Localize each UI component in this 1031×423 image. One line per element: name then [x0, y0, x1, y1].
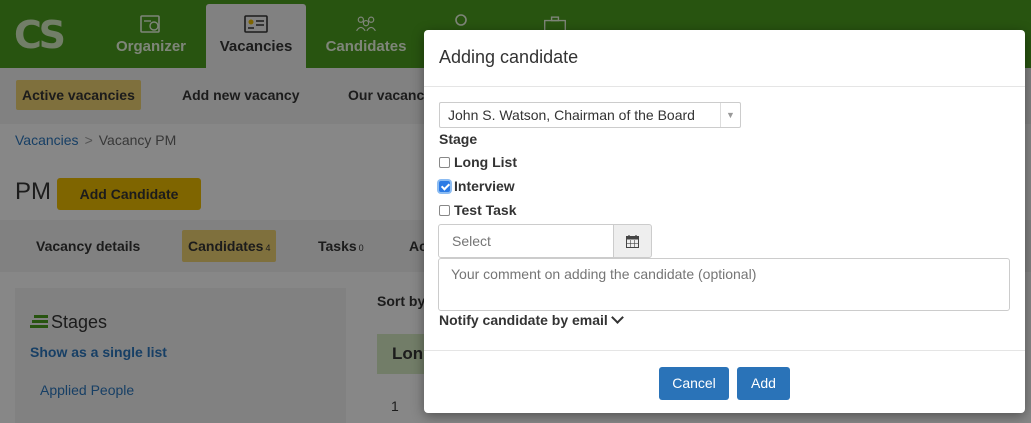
adding-candidate-dialog: Adding candidate John S. Watson, Chairma…: [424, 30, 1025, 413]
interview-checkbox[interactable]: [439, 181, 450, 192]
long-list-checkbox[interactable]: [439, 157, 450, 168]
candidate-select[interactable]: John S. Watson, Chairman of the Board ▼: [439, 102, 741, 128]
test-task-label: Test Task: [454, 202, 517, 218]
calendar-icon: [626, 235, 639, 248]
stage-option-long-list[interactable]: Long List: [439, 153, 517, 171]
stage-option-interview[interactable]: Interview: [439, 177, 515, 195]
stage-option-test-task[interactable]: Test Task: [439, 201, 517, 219]
notify-label: Notify candidate by email: [439, 312, 608, 328]
chevron-down-icon: [610, 311, 624, 324]
chevron-down-icon[interactable]: ▼: [720, 103, 740, 127]
dialog-header: Adding candidate: [424, 30, 1025, 87]
comment-field[interactable]: [438, 258, 1010, 311]
long-list-label: Long List: [454, 154, 517, 170]
cancel-button[interactable]: Cancel: [659, 367, 729, 400]
calendar-button[interactable]: [613, 224, 652, 258]
dialog-title: Adding candidate: [439, 47, 579, 67]
add-button[interactable]: Add: [737, 367, 790, 400]
stage-label: Stage: [439, 131, 478, 147]
interview-label: Interview: [454, 178, 515, 194]
candidate-select-value: John S. Watson, Chairman of the Board: [448, 107, 695, 123]
date-input[interactable]: [438, 224, 614, 258]
notify-candidate-toggle[interactable]: Notify candidate by email: [439, 311, 624, 328]
dialog-footer: Cancel Add: [424, 350, 1025, 413]
test-task-checkbox[interactable]: [439, 205, 450, 216]
